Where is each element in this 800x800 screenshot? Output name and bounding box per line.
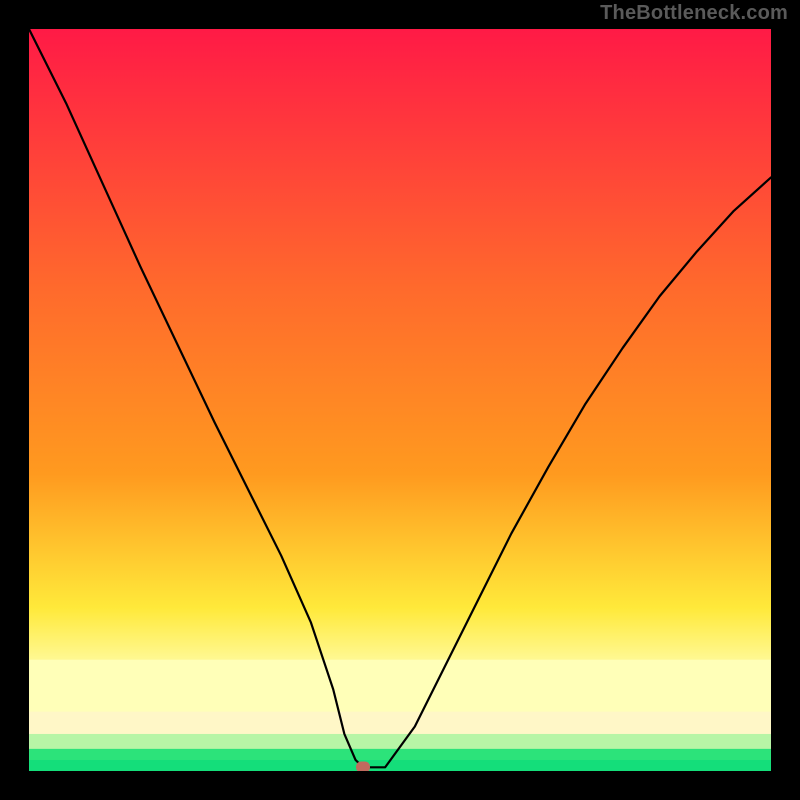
plot-area bbox=[29, 29, 771, 771]
watermark-text: TheBottleneck.com bbox=[600, 2, 788, 25]
marker-dot bbox=[356, 762, 370, 771]
chart-frame: TheBottleneck.com bbox=[0, 0, 800, 800]
plot-svg bbox=[29, 29, 771, 771]
lower-color-bands bbox=[29, 660, 771, 771]
